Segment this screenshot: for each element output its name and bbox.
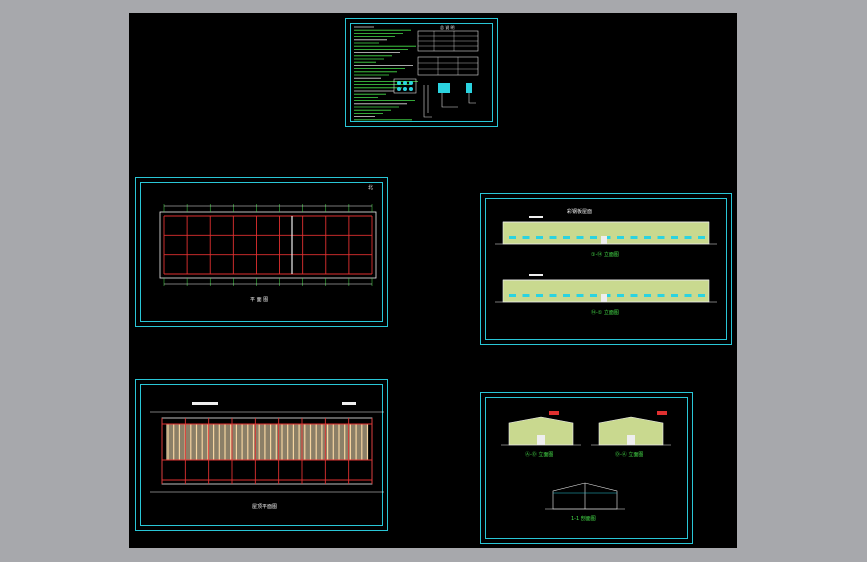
section-caption: 1-1 剖面图 [571, 516, 596, 522]
elevation-caption-bottom: ⑭-① 立面图 [591, 310, 619, 316]
sheet-long-elevations[interactable]: 彩钢板屋面 ①-⑭ 立面图 ⑭-① 立面图 [480, 193, 732, 345]
long-elevations-drawing [495, 216, 717, 303]
sheet-general-notes[interactable]: 总 说 明 [345, 18, 498, 127]
sheet-floor-plan[interactable]: 北 平 面 图 [135, 177, 388, 327]
roof-plan-caption: 屋顶平面图 [252, 504, 278, 510]
north-label: 北 [368, 185, 374, 191]
sheet-end-elevations[interactable]: Ⓐ-Ⓓ 立面图 Ⓓ-Ⓐ 立面图 1-1 剖面图 [480, 392, 693, 544]
sheet-roof-plan[interactable]: 屋顶平面图 [135, 379, 388, 531]
end-elevations-drawing [501, 411, 671, 510]
floor-plan-drawing [159, 204, 377, 286]
end-elevation-caption-right: Ⓓ-Ⓐ 立面图 [615, 452, 644, 458]
elevation-roof-tag: 彩钢板屋面 [567, 209, 593, 215]
floor-plan-caption: 平 面 图 [250, 297, 269, 303]
end-elevation-caption-left: Ⓐ-Ⓓ 立面图 [525, 452, 554, 458]
notes-drawing [354, 26, 479, 121]
elevation-caption-top: ①-⑭ 立面图 [591, 252, 619, 258]
cad-drawing-viewport[interactable]: 总 说 明 北 平 面 图 彩钢板屋面 ①-⑭ 立面图 ⑭-① 立面图 屋顶平面… [129, 13, 737, 548]
notes-title: 总 说 明 [440, 25, 455, 30]
